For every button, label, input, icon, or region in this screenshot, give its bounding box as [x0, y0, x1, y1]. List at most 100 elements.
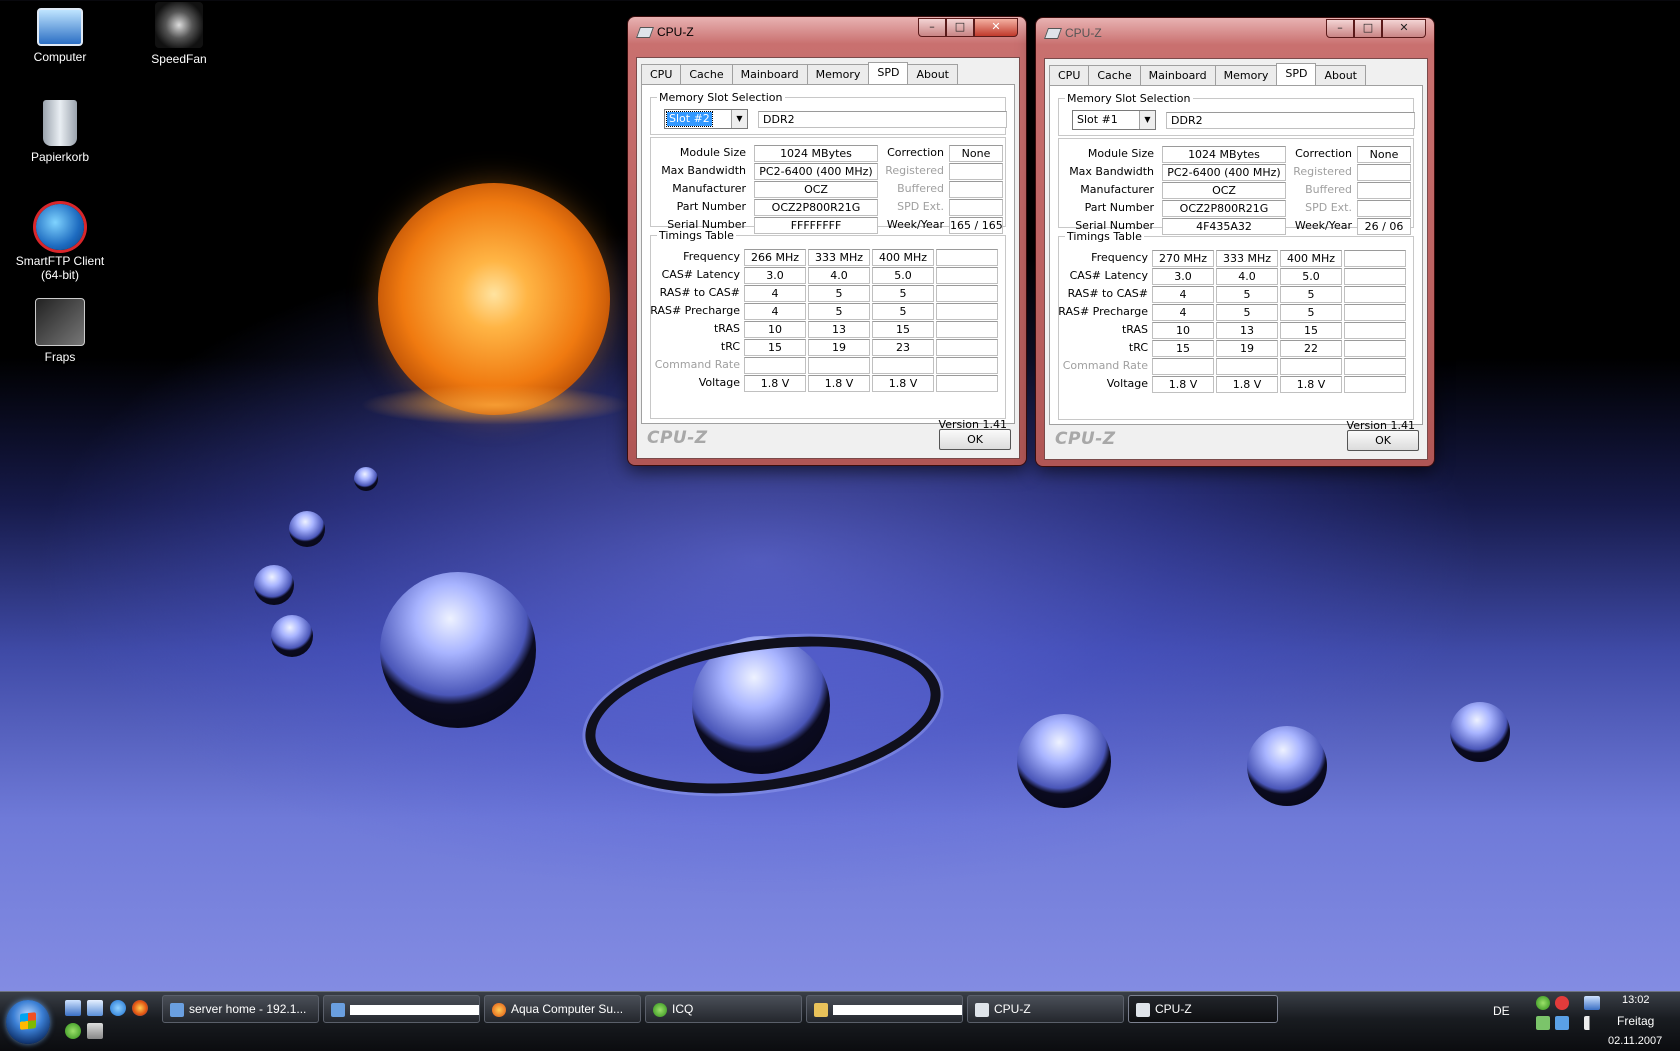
- tray-network-icon[interactable]: [1584, 996, 1600, 1010]
- clock-time[interactable]: 13:02: [1622, 994, 1650, 1006]
- maximize-button[interactable]: □: [946, 18, 974, 37]
- taskbar-button-cpuz-2[interactable]: CPU-Z: [1128, 995, 1278, 1023]
- timing-value: 4: [744, 285, 806, 302]
- clock-day[interactable]: Freitag: [1617, 1014, 1654, 1028]
- desktop-icon-fraps[interactable]: Fraps: [5, 298, 115, 364]
- clock-date[interactable]: 02.11.2007: [1608, 1035, 1662, 1047]
- desktop-icon-speedfan[interactable]: SpeedFan: [124, 2, 234, 66]
- tab-cache[interactable]: Cache: [680, 64, 733, 84]
- wallpaper-sphere: [289, 511, 325, 547]
- timing-value: 13: [808, 321, 870, 338]
- cpuz-window-2[interactable]: CPU-Z – □ ✕ CPU Cache Mainboard Memory S…: [1036, 18, 1434, 466]
- close-button[interactable]: ✕: [1382, 19, 1426, 38]
- tab-spd[interactable]: SPD: [1276, 63, 1317, 85]
- tray-icq-icon[interactable]: [1536, 996, 1550, 1010]
- minimize-button[interactable]: –: [918, 18, 946, 37]
- max-bandwidth-value: PC2-6400 (400 MHz): [754, 163, 878, 180]
- timing-value: 266 MHz: [744, 249, 806, 266]
- timing-value: 3.0: [744, 267, 806, 284]
- wallpaper-sphere: [254, 565, 294, 605]
- timing-label: tRAS: [1121, 323, 1148, 336]
- tab-cache[interactable]: Cache: [1088, 65, 1141, 85]
- tab-about[interactable]: About: [907, 64, 958, 84]
- timing-value: 3.0: [1152, 268, 1214, 285]
- timing-value: 5: [1216, 286, 1278, 303]
- internet-explorer-icon[interactable]: [110, 1000, 126, 1016]
- taskbar-button-folder[interactable]: [806, 995, 963, 1023]
- show-desktop-icon[interactable]: [65, 1000, 81, 1016]
- tray-error-icon[interactable]: [1555, 996, 1569, 1010]
- timing-value: 5: [1280, 286, 1342, 303]
- timing-label: tRC: [720, 340, 740, 353]
- tab-memory[interactable]: Memory: [1214, 65, 1278, 85]
- timing-value: [936, 303, 998, 320]
- label-manufacturer: Manufacturer: [672, 182, 746, 195]
- firefox-icon[interactable]: [132, 1000, 148, 1016]
- taskbar-button-redacted[interactable]: [323, 995, 480, 1023]
- label-max-bandwidth: Max Bandwidth: [661, 164, 746, 177]
- tab-cpu[interactable]: CPU: [641, 64, 682, 84]
- taskbar-button-server-home[interactable]: server home - 192.1...: [162, 995, 319, 1023]
- windows-logo-icon: [20, 1012, 36, 1030]
- buffered-value: [949, 181, 1003, 198]
- chevron-down-icon[interactable]: ▼: [731, 110, 747, 128]
- recycle-bin-icon: [43, 100, 77, 146]
- taskbar-button-cpuz-1[interactable]: CPU-Z: [967, 995, 1124, 1023]
- timing-value: 5.0: [872, 267, 934, 284]
- correction-value: None: [949, 145, 1003, 162]
- timing-value: [1344, 340, 1406, 357]
- tab-spd[interactable]: SPD: [868, 62, 909, 84]
- group-legend: Memory Slot Selection: [1067, 92, 1191, 105]
- label-module-size: Module Size: [679, 146, 746, 159]
- timing-value: 4.0: [808, 267, 870, 284]
- wallpaper-orange-sphere: [378, 183, 610, 415]
- timing-label: RAS# to CAS#: [1067, 287, 1148, 300]
- chevron-down-icon[interactable]: ▼: [1139, 111, 1155, 129]
- icq-icon[interactable]: [65, 1023, 81, 1039]
- ok-button[interactable]: OK: [939, 429, 1011, 450]
- tray-app-icon[interactable]: [1555, 1016, 1569, 1030]
- tab-cpu[interactable]: CPU: [1049, 65, 1090, 85]
- label-spd-ext: SPD Ext.: [897, 200, 944, 213]
- volume-icon[interactable]: [1584, 1016, 1598, 1030]
- switch-windows-icon[interactable]: [87, 1000, 103, 1016]
- timing-value: 333 MHz: [808, 249, 870, 266]
- timing-value: 400 MHz: [1280, 250, 1342, 267]
- wallpaper-sphere: [380, 572, 536, 728]
- media-icon[interactable]: [87, 1023, 103, 1039]
- close-button[interactable]: ✕: [974, 18, 1018, 37]
- remote-desktop-icon: [331, 1002, 345, 1017]
- label-part-number: Part Number: [1084, 201, 1154, 214]
- tab-bar: CPU Cache Mainboard Memory SPD About: [1049, 63, 1366, 85]
- desktop-icon-computer[interactable]: Computer: [5, 4, 115, 64]
- language-indicator[interactable]: DE: [1493, 1004, 1510, 1018]
- maximize-button[interactable]: □: [1354, 19, 1382, 38]
- timing-label: RAS# Precharge: [650, 304, 740, 317]
- ok-button[interactable]: OK: [1347, 430, 1419, 451]
- taskbar-button-icq[interactable]: ICQ: [645, 995, 802, 1023]
- desktop-icon-smartftp[interactable]: SmartFTP Client (64-bit): [5, 204, 115, 282]
- tab-memory[interactable]: Memory: [806, 64, 870, 84]
- minimize-button[interactable]: –: [1326, 19, 1354, 38]
- buffered-value: [1357, 182, 1411, 199]
- label-spd-ext: SPD Ext.: [1305, 201, 1352, 214]
- desktop-icon-recycle-bin[interactable]: Papierkorb: [5, 100, 115, 164]
- folder-icon: [814, 1002, 828, 1017]
- redacted-text: [350, 1004, 479, 1015]
- timing-value: 10: [744, 321, 806, 338]
- tab-mainboard[interactable]: Mainboard: [731, 64, 808, 84]
- cpuz-window-1[interactable]: CPU-Z – □ ✕ CPU Cache Mainboard Memory S…: [628, 17, 1026, 465]
- timing-value: 333 MHz: [1216, 250, 1278, 267]
- tab-about[interactable]: About: [1315, 65, 1366, 85]
- window-client: CPU Cache Mainboard Memory SPD About Mem…: [636, 57, 1020, 459]
- start-button[interactable]: [6, 1000, 50, 1044]
- slot-select[interactable]: Slot #1 ▼: [1072, 110, 1156, 130]
- tray-device-icon[interactable]: [1536, 1016, 1550, 1030]
- timing-value: 13: [1216, 322, 1278, 339]
- timing-value: [1344, 358, 1406, 375]
- label-buffered: Buffered: [897, 182, 944, 195]
- tab-mainboard[interactable]: Mainboard: [1139, 65, 1216, 85]
- firefox-icon: [492, 1002, 506, 1017]
- slot-select[interactable]: Slot #2 ▼: [664, 109, 748, 129]
- taskbar-button-aqua-computer[interactable]: Aqua Computer Su...: [484, 995, 641, 1023]
